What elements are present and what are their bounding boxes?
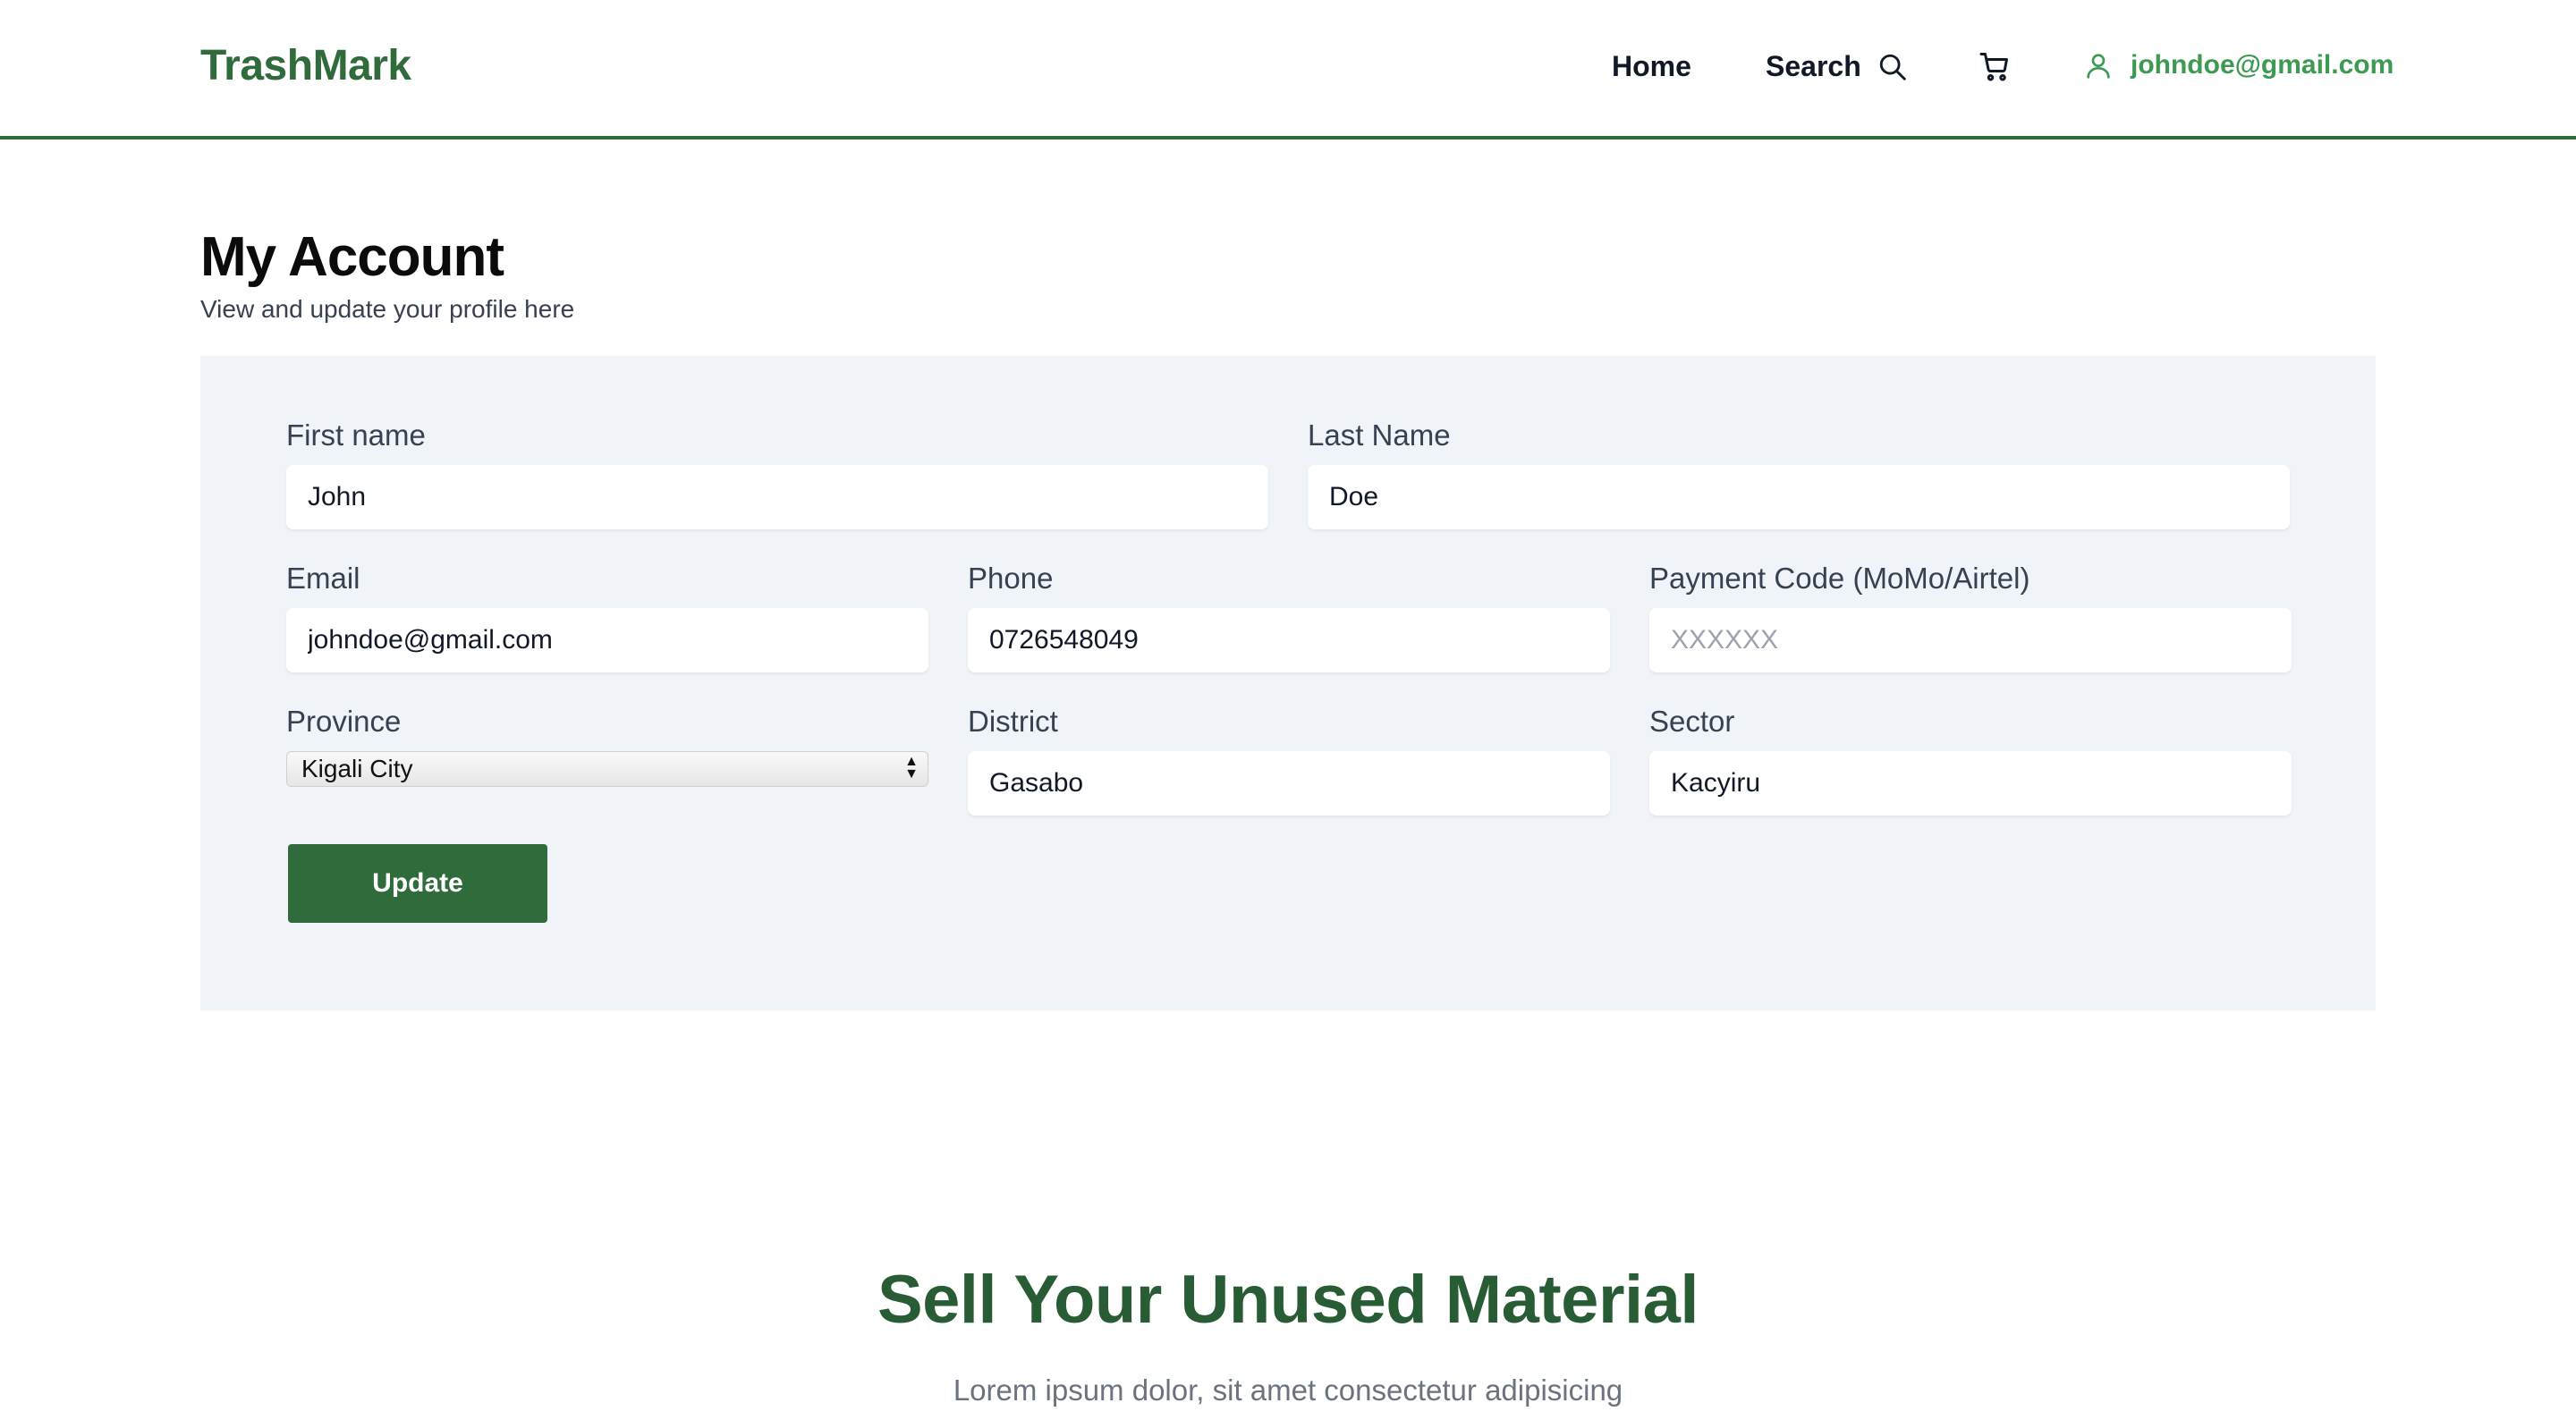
nav-search-link[interactable]: Search xyxy=(1766,50,1908,83)
province-group: Province Kigali City ▲ ▼ xyxy=(286,705,928,787)
email-group: Email xyxy=(286,562,928,672)
user-icon xyxy=(2087,54,2110,79)
promo-text: Lorem ipsum dolor, sit amet consectetur … xyxy=(953,1374,1623,1407)
district-input[interactable] xyxy=(968,751,1610,816)
first-name-label: First name xyxy=(286,418,426,452)
cart-icon xyxy=(1979,53,2008,81)
payment-code-input[interactable] xyxy=(1649,608,2292,672)
sector-group: Sector xyxy=(1649,705,2292,816)
brand-logo[interactable]: TrashMark xyxy=(200,41,411,90)
province-label: Province xyxy=(286,705,402,738)
select-arrows-icon: ▲ ▼ xyxy=(904,754,919,782)
last-name-group: Last Name xyxy=(1308,418,2290,529)
district-label: District xyxy=(968,705,1058,738)
email-input[interactable] xyxy=(286,608,928,672)
first-name-input[interactable] xyxy=(286,465,1268,529)
page-title: My Account xyxy=(200,226,504,288)
province-selected-value: Kigali City xyxy=(301,755,413,782)
email-label: Email xyxy=(286,562,360,595)
top-navbar: TrashMark Home Search johndoe@gmail.com xyxy=(0,0,2576,139)
nav-search-label: Search xyxy=(1766,50,1861,82)
phone-input[interactable] xyxy=(968,608,1610,672)
page-subtitle: View and update your profile here xyxy=(200,295,575,323)
search-icon xyxy=(1879,54,1906,80)
phone-label: Phone xyxy=(968,562,1054,595)
sector-input[interactable] xyxy=(1649,751,2292,816)
last-name-label: Last Name xyxy=(1308,418,1451,452)
payment-code-label: Payment Code (MoMo/Airtel) xyxy=(1649,562,2030,595)
user-email: johndoe@gmail.com xyxy=(2131,50,2394,80)
sector-label: Sector xyxy=(1649,705,1735,738)
last-name-input[interactable] xyxy=(1308,465,2290,529)
first-name-group: First name xyxy=(286,418,1268,529)
payment-code-group: Payment Code (MoMo/Airtel) xyxy=(1649,562,2292,672)
user-account-link[interactable]: johndoe@gmail.com xyxy=(2084,50,2394,80)
promo-title: Sell Your Unused Material xyxy=(877,1262,1699,1338)
cart-button[interactable] xyxy=(1979,50,2011,82)
province-select[interactable]: Kigali City ▲ ▼ xyxy=(286,751,928,787)
phone-group: Phone xyxy=(968,562,1610,672)
update-button[interactable]: Update xyxy=(288,844,547,923)
nav-home-link[interactable]: Home xyxy=(1612,50,1691,83)
district-group: District xyxy=(968,705,1610,816)
